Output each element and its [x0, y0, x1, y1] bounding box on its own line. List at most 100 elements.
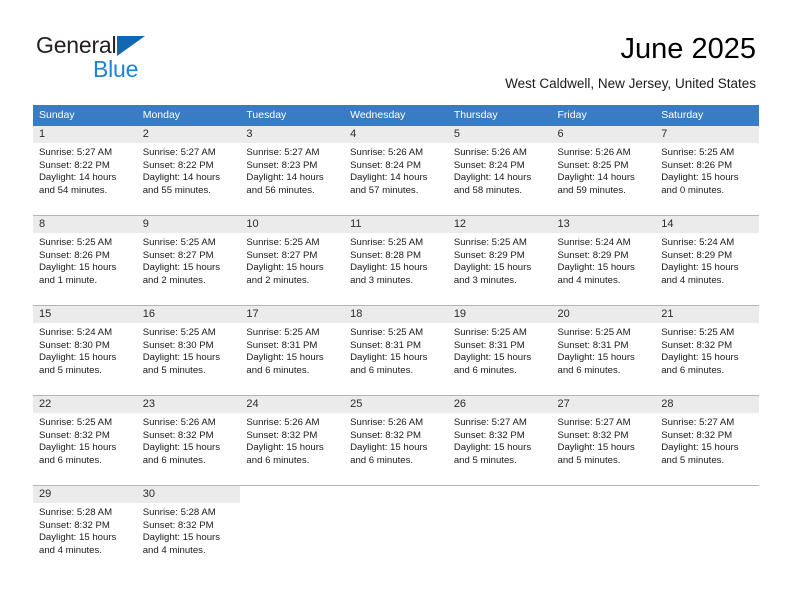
calendar-cell[interactable]: 21 Sunrise: 5:25 AM Sunset: 8:32 PM Dayligh… [655, 305, 759, 396]
page-subtitle-location: West Caldwell, New Jersey, United States [505, 76, 756, 91]
day-details: Sunrise: 5:26 AM Sunset: 8:24 PM Daylight:… [344, 143, 448, 197]
generalblue-logo[interactable]: General Blue [36, 32, 266, 82]
daylight-text: Daylight: 15 hours and 6 minutes. [142, 442, 221, 466]
calendar-cell[interactable]: 8 Sunrise: 5:25 AM Sunset: 8:26 PM Daylight… [33, 215, 137, 306]
day-number: 2 [136, 126, 241, 143]
day-details: Sunrise: 5:25 AM Sunset: 8:30 PM Daylight:… [137, 323, 241, 377]
calendar-cell[interactable]: 18 Sunrise: 5:25 AM Sunset: 8:31 PM Dayligh… [344, 305, 448, 396]
calendar-cell[interactable]: 22 Sunrise: 5:25 AM Sunset: 8:32 PM Dayligh… [33, 395, 137, 486]
day-details: Sunrise: 5:26 AM Sunset: 8:25 PM Daylight:… [552, 143, 656, 197]
day-details: Sunrise: 5:27 AM Sunset: 8:32 PM Daylight:… [655, 413, 759, 467]
sunset-text: Sunset: 8:32 PM [661, 339, 733, 351]
day-details: Sunrise: 5:28 AM Sunset: 8:32 PM Daylight:… [137, 503, 241, 557]
logo-text-general: General [36, 32, 117, 58]
day-number: 6 [551, 126, 656, 143]
calendar-cell[interactable]: 17 Sunrise: 5:25 AM Sunset: 8:31 PM Dayligh… [240, 305, 345, 396]
daylight-text: Daylight: 15 hours and 6 minutes. [39, 442, 117, 466]
calendar-week-row: 1 Sunrise: 5:27 AM Sunset: 8:22 PM Daylight… [33, 126, 759, 216]
sunrise-text: Sunrise: 5:27 AM [661, 417, 735, 428]
day-number: 5 [447, 126, 552, 143]
calendar-cell[interactable]: 4 Sunrise: 5:26 AM Sunset: 8:24 PM Daylight… [344, 126, 448, 216]
day-details: Sunrise: 5:26 AM Sunset: 8:32 PM Daylight:… [137, 413, 241, 467]
day-details: Sunrise: 5:28 AM Sunset: 8:32 PM Daylight:… [33, 503, 137, 557]
daylight-text: Daylight: 14 hours and 57 minutes. [350, 172, 428, 196]
daylight-text: Daylight: 15 hours and 3 minutes. [350, 262, 428, 286]
sunset-text: Sunset: 8:22 PM [142, 159, 214, 171]
day-details: Sunrise: 5:25 AM Sunset: 8:29 PM Daylight:… [448, 233, 552, 287]
daylight-text: Daylight: 15 hours and 6 minutes. [350, 352, 428, 376]
day-details: Sunrise: 5:25 AM Sunset: 8:31 PM Daylight:… [448, 323, 552, 377]
day-number: 28 [655, 396, 759, 413]
daylight-text: Daylight: 15 hours and 5 minutes. [661, 442, 739, 466]
day-number: 10 [240, 216, 345, 233]
sunset-text: Sunset: 8:24 PM [453, 159, 525, 171]
sunrise-text: Sunrise: 5:26 AM [557, 147, 631, 158]
sunset-text: Sunset: 8:32 PM [142, 429, 214, 441]
day-number: 7 [655, 126, 759, 143]
calendar-cell[interactable]: 24 Sunrise: 5:26 AM Sunset: 8:32 PM Dayligh… [240, 395, 345, 486]
daylight-text: Daylight: 15 hours and 4 minutes. [661, 262, 739, 286]
sunrise-text: Sunrise: 5:26 AM [350, 417, 424, 428]
day-details: Sunrise: 5:25 AM Sunset: 8:28 PM Daylight:… [344, 233, 448, 287]
day-details: Sunrise: 5:25 AM Sunset: 8:26 PM Daylight:… [655, 143, 759, 197]
calendar-cell[interactable]: 19 Sunrise: 5:25 AM Sunset: 8:31 PM Dayligh… [447, 305, 552, 396]
page-header: General Blue June 2025 West Caldwell, Ne… [0, 0, 792, 104]
sunset-text: Sunset: 8:28 PM [350, 249, 422, 261]
calendar-cell[interactable]: 23 Sunrise: 5:26 AM Sunset: 8:32 PM Dayligh… [136, 395, 241, 486]
day-details: Sunrise: 5:27 AM Sunset: 8:32 PM Daylight:… [448, 413, 552, 467]
day-number: 18 [344, 306, 448, 323]
calendar-cell[interactable]: 14 Sunrise: 5:24 AM Sunset: 8:29 PM Dayligh… [655, 215, 759, 306]
calendar-cell[interactable]: 12 Sunrise: 5:25 AM Sunset: 8:29 PM Dayligh… [447, 215, 552, 306]
daylight-text: Daylight: 15 hours and 1 minute. [39, 262, 117, 286]
daylight-text: Daylight: 15 hours and 4 minutes. [142, 532, 221, 556]
day-number: 4 [344, 126, 448, 143]
sunset-text: Sunset: 8:22 PM [39, 159, 110, 171]
calendar-cell[interactable]: 26 Sunrise: 5:27 AM Sunset: 8:32 PM Dayligh… [447, 395, 552, 486]
sunset-text: Sunset: 8:29 PM [661, 249, 733, 261]
calendar-cell[interactable]: 28 Sunrise: 5:27 AM Sunset: 8:32 PM Dayligh… [655, 395, 759, 486]
calendar-cell[interactable]: 10 Sunrise: 5:25 AM Sunset: 8:27 PM Dayligh… [240, 215, 345, 306]
day-number: 8 [33, 216, 137, 233]
sunrise-text: Sunrise: 5:25 AM [453, 327, 527, 338]
day-details: Sunrise: 5:25 AM Sunset: 8:31 PM Daylight:… [552, 323, 656, 377]
calendar-page: General Blue June 2025 West Caldwell, Ne… [0, 0, 792, 612]
calendar-cell[interactable]: 1 Sunrise: 5:27 AM Sunset: 8:22 PM Daylight… [33, 126, 137, 216]
calendar-cell[interactable]: 20 Sunrise: 5:25 AM Sunset: 8:31 PM Dayligh… [551, 305, 656, 396]
calendar-cell[interactable]: 3 Sunrise: 5:27 AM Sunset: 8:23 PM Daylight… [240, 126, 345, 216]
sunrise-text: Sunrise: 5:27 AM [453, 417, 527, 428]
day-details: Sunrise: 5:24 AM Sunset: 8:30 PM Daylight:… [33, 323, 137, 377]
calendar-cell-empty [240, 485, 345, 575]
calendar-cell[interactable]: 9 Sunrise: 5:25 AM Sunset: 8:27 PM Daylight… [136, 215, 241, 306]
daylight-text: Daylight: 15 hours and 6 minutes. [246, 442, 324, 466]
daylight-text: Daylight: 14 hours and 54 minutes. [39, 172, 117, 196]
day-details: Sunrise: 5:25 AM Sunset: 8:32 PM Daylight:… [655, 323, 759, 377]
sunset-text: Sunset: 8:32 PM [39, 519, 110, 531]
day-number: 3 [240, 126, 345, 143]
daylight-text: Daylight: 14 hours and 55 minutes. [142, 172, 221, 196]
calendar-cell[interactable]: 25 Sunrise: 5:26 AM Sunset: 8:32 PM Dayligh… [344, 395, 448, 486]
calendar-cell[interactable]: 2 Sunrise: 5:27 AM Sunset: 8:22 PM Daylight… [136, 126, 241, 216]
sunrise-text: Sunrise: 5:27 AM [246, 147, 320, 158]
day-number: 14 [655, 216, 759, 233]
sunset-text: Sunset: 8:32 PM [557, 429, 629, 441]
calendar-cell-empty [344, 485, 448, 575]
calendar-cell[interactable]: 16 Sunrise: 5:25 AM Sunset: 8:30 PM Dayligh… [136, 305, 241, 396]
calendar-cell[interactable]: 7 Sunrise: 5:25 AM Sunset: 8:26 PM Daylight… [655, 126, 759, 216]
sunrise-text: Sunrise: 5:25 AM [246, 327, 320, 338]
weekday-header-wednesday: Wednesday [344, 105, 448, 126]
daylight-text: Daylight: 15 hours and 4 minutes. [557, 262, 635, 286]
calendar-cell[interactable]: 6 Sunrise: 5:26 AM Sunset: 8:25 PM Daylight… [551, 126, 656, 216]
calendar-cell[interactable]: 27 Sunrise: 5:27 AM Sunset: 8:32 PM Dayligh… [551, 395, 656, 486]
sunset-text: Sunset: 8:32 PM [39, 429, 110, 441]
daylight-text: Daylight: 15 hours and 0 minutes. [661, 172, 739, 196]
sunrise-text: Sunrise: 5:24 AM [39, 327, 113, 338]
calendar-cell[interactable]: 29 Sunrise: 5:28 AM Sunset: 8:32 PM Dayligh… [33, 485, 137, 575]
calendar-cell-empty [551, 485, 656, 575]
calendar-cell[interactable]: 15 Sunrise: 5:24 AM Sunset: 8:30 PM Dayligh… [33, 305, 137, 396]
sunrise-text: Sunrise: 5:25 AM [350, 237, 424, 248]
calendar-cell[interactable]: 11 Sunrise: 5:25 AM Sunset: 8:28 PM Dayligh… [344, 215, 448, 306]
calendar-cell[interactable]: 30 Sunrise: 5:28 AM Sunset: 8:32 PM Dayligh… [136, 485, 241, 575]
calendar-cell[interactable]: 5 Sunrise: 5:26 AM Sunset: 8:24 PM Daylight… [447, 126, 552, 216]
calendar-cell[interactable]: 13 Sunrise: 5:24 AM Sunset: 8:29 PM Dayligh… [551, 215, 656, 306]
daylight-text: Daylight: 15 hours and 5 minutes. [453, 442, 532, 466]
